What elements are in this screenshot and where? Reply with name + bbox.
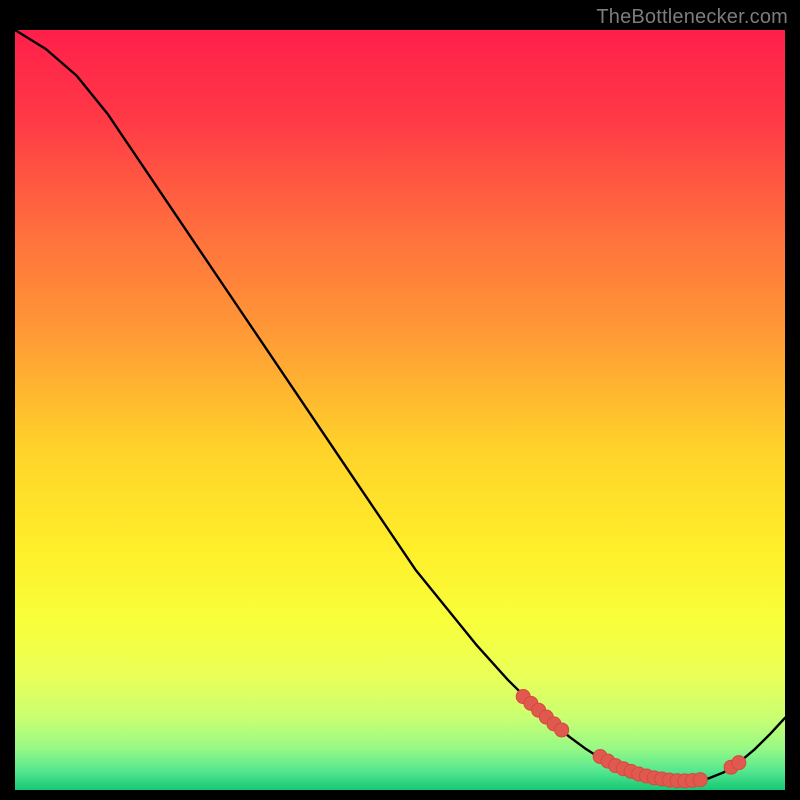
chart-frame: [15, 30, 785, 790]
watermark-text: TheBottlenecker.com: [596, 6, 788, 29]
data-marker: [693, 773, 707, 787]
data-marker: [555, 723, 569, 737]
data-marker: [732, 756, 746, 770]
bottleneck-chart: [15, 30, 785, 790]
gradient-background: [15, 30, 785, 790]
